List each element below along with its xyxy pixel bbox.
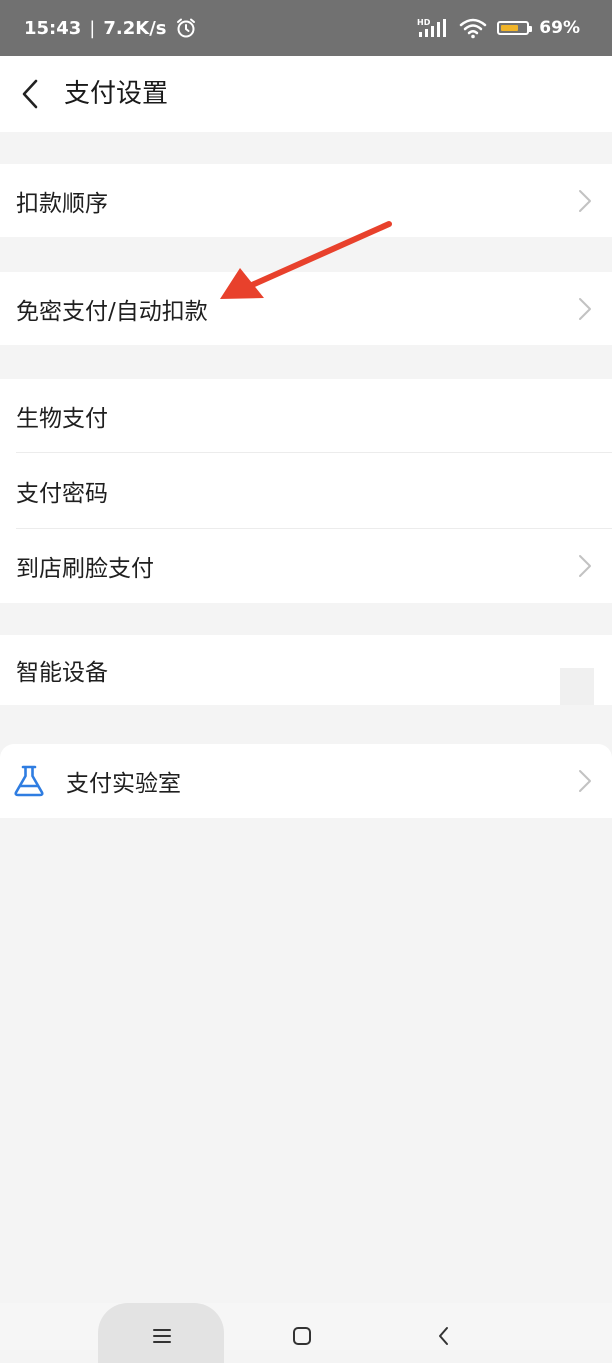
row-label: 到店刷脸支付 (16, 556, 154, 582)
chevron-right-icon (579, 297, 591, 320)
placeholder-square (560, 668, 594, 705)
menu-icon (153, 1329, 171, 1343)
home-button[interactable] (282, 1325, 322, 1347)
row-label: 扣款顺序 (16, 190, 108, 217)
flask-icon (14, 765, 44, 797)
row-pay-password[interactable]: 支付密码 (0, 453, 612, 529)
hd-signal-icon: HD (417, 18, 447, 37)
status-left: 15:43 | 7.2K/s (24, 0, 197, 56)
alarm-icon (176, 18, 195, 38)
wifi-icon (460, 18, 487, 39)
svg-text:HD: HD (417, 18, 431, 27)
menu-button[interactable] (142, 1325, 182, 1347)
chevron-right-icon (579, 555, 591, 577)
chevron-right-icon (579, 770, 591, 792)
network-speed: 7.2K/s (103, 17, 167, 39)
row-deduction-order[interactable]: 扣款顺序 (0, 164, 612, 237)
row-label: 免密支付/自动扣款 (16, 298, 208, 325)
row-auto-pay[interactable]: 免密支付/自动扣款 (0, 272, 612, 345)
battery-percent: 69% (539, 18, 580, 38)
status-right: HD 69% (417, 0, 580, 56)
back-button[interactable] (10, 74, 50, 114)
row-label: 支付密码 (16, 481, 108, 507)
home-icon (293, 1327, 311, 1345)
back-nav-button[interactable] (424, 1325, 464, 1347)
battery-icon (497, 21, 533, 35)
back-icon (439, 1327, 448, 1345)
row-smart-devices[interactable]: 智能设备 (0, 635, 612, 705)
status-time: 15:43 (24, 17, 82, 39)
battery-fill (501, 25, 518, 31)
row-pay-lab[interactable]: 支付实验室 (0, 744, 612, 818)
row-label: 生物支付 (16, 406, 108, 432)
row-label: 智能设备 (16, 660, 108, 686)
header: 支付设置 (0, 56, 612, 132)
page-title: 支付设置 (64, 79, 169, 109)
system-nav-bar (0, 1303, 612, 1363)
status-bar: 15:43 | 7.2K/s HD 69% (0, 0, 612, 56)
chevron-left-icon (22, 79, 38, 109)
row-face-pay-in-store[interactable]: 到店刷脸支付 (0, 529, 612, 603)
status-separator: | (89, 17, 96, 39)
row-label: 支付实验室 (66, 771, 181, 797)
chevron-right-icon (579, 189, 591, 212)
row-biometric-pay[interactable]: 生物支付 (0, 379, 612, 453)
